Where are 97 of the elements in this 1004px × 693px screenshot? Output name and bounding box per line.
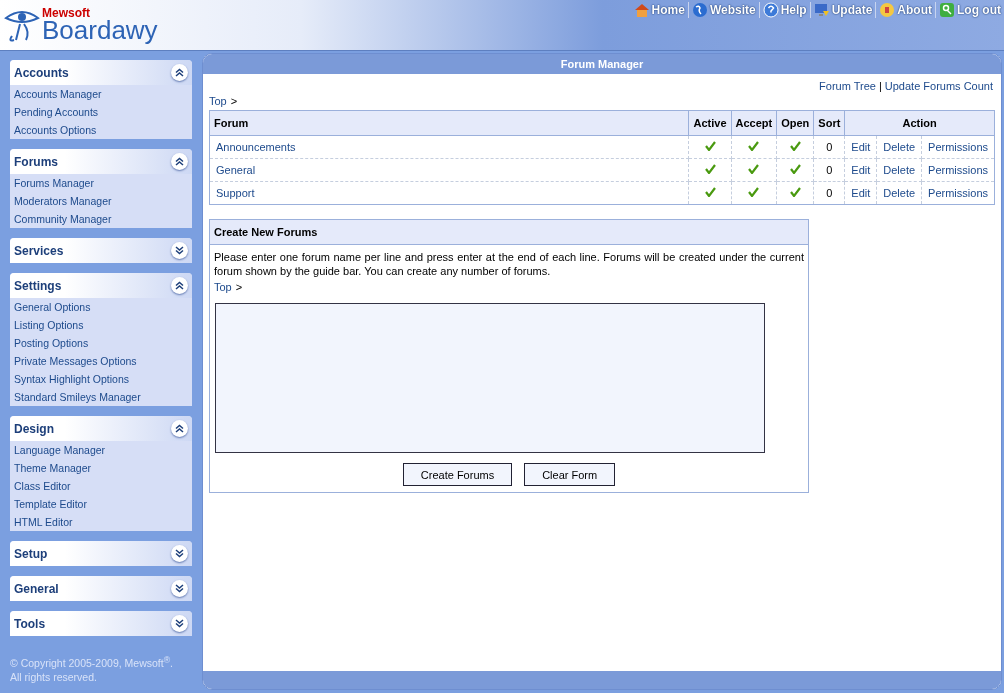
check-mark-icon — [748, 141, 760, 151]
check-mark-icon — [789, 141, 801, 151]
sidebar-item[interactable]: Standard Smileys Manager — [10, 388, 192, 406]
sidebar-item[interactable]: Theme Manager — [10, 459, 192, 477]
section-title: Setup — [14, 546, 48, 561]
section-header[interactable]: Accounts — [10, 60, 192, 85]
sidebar-item[interactable]: Syntax Highlight Options — [10, 370, 192, 388]
link-separator: | — [878, 80, 882, 92]
action-link[interactable]: Delete — [883, 164, 916, 176]
sidebar-item[interactable]: Accounts Manager — [10, 85, 192, 103]
toggle-button[interactable] — [171, 153, 188, 170]
sidebar-item[interactable]: Template Editor — [10, 495, 192, 513]
action-link[interactable]: Delete — [883, 141, 916, 153]
section-title: Forums — [14, 154, 58, 169]
double-chevron-up-icon — [175, 68, 184, 77]
sidebar-item[interactable]: Private Messages Options — [10, 352, 192, 370]
check-mark-icon — [704, 187, 716, 197]
breadcrumb-separator: > — [235, 281, 243, 293]
panel-title: Forum Manager — [203, 54, 1001, 74]
forum-names-input[interactable] — [215, 303, 765, 453]
section-header[interactable]: Forums — [10, 149, 192, 174]
check-mark-icon — [748, 187, 760, 197]
double-chevron-down-icon — [175, 584, 184, 593]
table-cell: 0 — [813, 135, 845, 159]
check-mark-icon — [704, 141, 716, 151]
forum-link[interactable]: Announcements — [216, 141, 296, 153]
box-title: Create New Forums — [210, 220, 808, 245]
section-title: Design — [14, 421, 54, 436]
check-mark-icon — [748, 164, 760, 174]
form-button[interactable]: Create Forums — [402, 463, 513, 486]
section-header[interactable]: Tools — [10, 611, 192, 636]
action-link[interactable]: Delete — [883, 187, 916, 199]
section-header[interactable]: Services — [10, 238, 192, 263]
sidebar-item[interactable]: Class Editor — [10, 477, 192, 495]
toggle-button[interactable] — [171, 580, 188, 597]
breadcrumb-separator: > — [230, 95, 238, 107]
monitor-icon — [813, 2, 830, 18]
sidebar-item[interactable]: HTML Editor — [10, 513, 192, 531]
column-header: Open — [776, 110, 814, 136]
double-chevron-up-icon — [175, 281, 184, 290]
section-title: Settings — [14, 278, 62, 293]
brand-maker: Mewsoft — [42, 7, 91, 19]
section-title: Accounts — [14, 65, 69, 80]
copyright-text: © Copyright 2005-2009, Mewsoft$^{®}$. All rights reserved. — [10, 653, 175, 684]
double-chevron-down-icon — [175, 246, 184, 255]
column-header: Accept — [731, 110, 777, 136]
forum-link[interactable]: Support — [216, 187, 255, 199]
help-text: Please enter one forum name per line and press enter at the end of each line. Forums will be created under the current forum shown by the guide bar. You can create any number of forums. — [214, 250, 804, 278]
brand-product: Boardawy — [42, 17, 158, 43]
check-mark-icon — [789, 187, 801, 197]
action-link[interactable]: Edit — [851, 187, 871, 199]
sidebar-item[interactable]: Community Manager — [10, 210, 192, 228]
sidebar-item[interactable]: Pending Accounts — [10, 103, 192, 121]
double-chevron-up-icon — [175, 424, 184, 433]
header-link[interactable]: Forum Tree — [819, 80, 876, 92]
section-title: Services — [14, 243, 64, 258]
toggle-button[interactable] — [171, 277, 188, 294]
section-header[interactable]: General — [10, 576, 192, 601]
sidebar-item[interactable]: Posting Options — [10, 334, 192, 352]
sidebar-item[interactable]: Language Manager — [10, 441, 192, 459]
section-header[interactable]: Design — [10, 416, 192, 441]
sidebar-item[interactable]: Forums Manager — [10, 174, 192, 192]
action-link[interactable]: Permissions — [928, 164, 988, 176]
sidebar-item[interactable]: Accounts Options — [10, 121, 192, 139]
forum-link[interactable]: General — [216, 164, 256, 176]
form-button[interactable]: Clear Form — [524, 463, 616, 486]
section-header[interactable]: Setup — [10, 541, 192, 566]
toggle-button[interactable] — [171, 64, 188, 81]
section-title: Tools — [14, 616, 46, 631]
breadcrumb-link[interactable]: Top — [209, 95, 227, 107]
breadcrumb-link[interactable]: Top — [214, 281, 232, 293]
column-header: Sort — [813, 110, 845, 136]
action-link[interactable]: Permissions — [928, 187, 988, 199]
check-mark-icon — [704, 164, 716, 174]
action-link[interactable]: Permissions — [928, 141, 988, 153]
section-header[interactable]: Settings — [10, 273, 192, 298]
sidebar-item[interactable]: General Options — [10, 298, 192, 316]
sidebar-item[interactable]: Moderators Manager — [10, 192, 192, 210]
double-chevron-up-icon — [175, 157, 184, 166]
check-mark-icon — [789, 164, 801, 174]
column-header: Active — [689, 110, 731, 136]
double-chevron-down-icon — [175, 619, 184, 628]
table-cell: 0 — [813, 158, 845, 182]
toggle-button[interactable] — [171, 545, 188, 562]
action-link[interactable]: Edit — [851, 164, 871, 176]
toggle-button[interactable] — [171, 420, 188, 437]
column-header: Action — [844, 110, 995, 136]
column-header: Forum — [209, 110, 689, 136]
header-link[interactable]: Update Forums Count — [884, 80, 993, 92]
toggle-button[interactable] — [171, 242, 188, 259]
action-link[interactable]: Edit — [851, 141, 871, 153]
sidebar-item[interactable]: Listing Options — [10, 316, 192, 334]
double-chevron-down-icon — [175, 549, 184, 558]
help-icon — [762, 2, 779, 18]
house-icon — [633, 2, 650, 18]
toggle-button[interactable] — [171, 615, 188, 632]
section-title: General — [14, 581, 59, 596]
